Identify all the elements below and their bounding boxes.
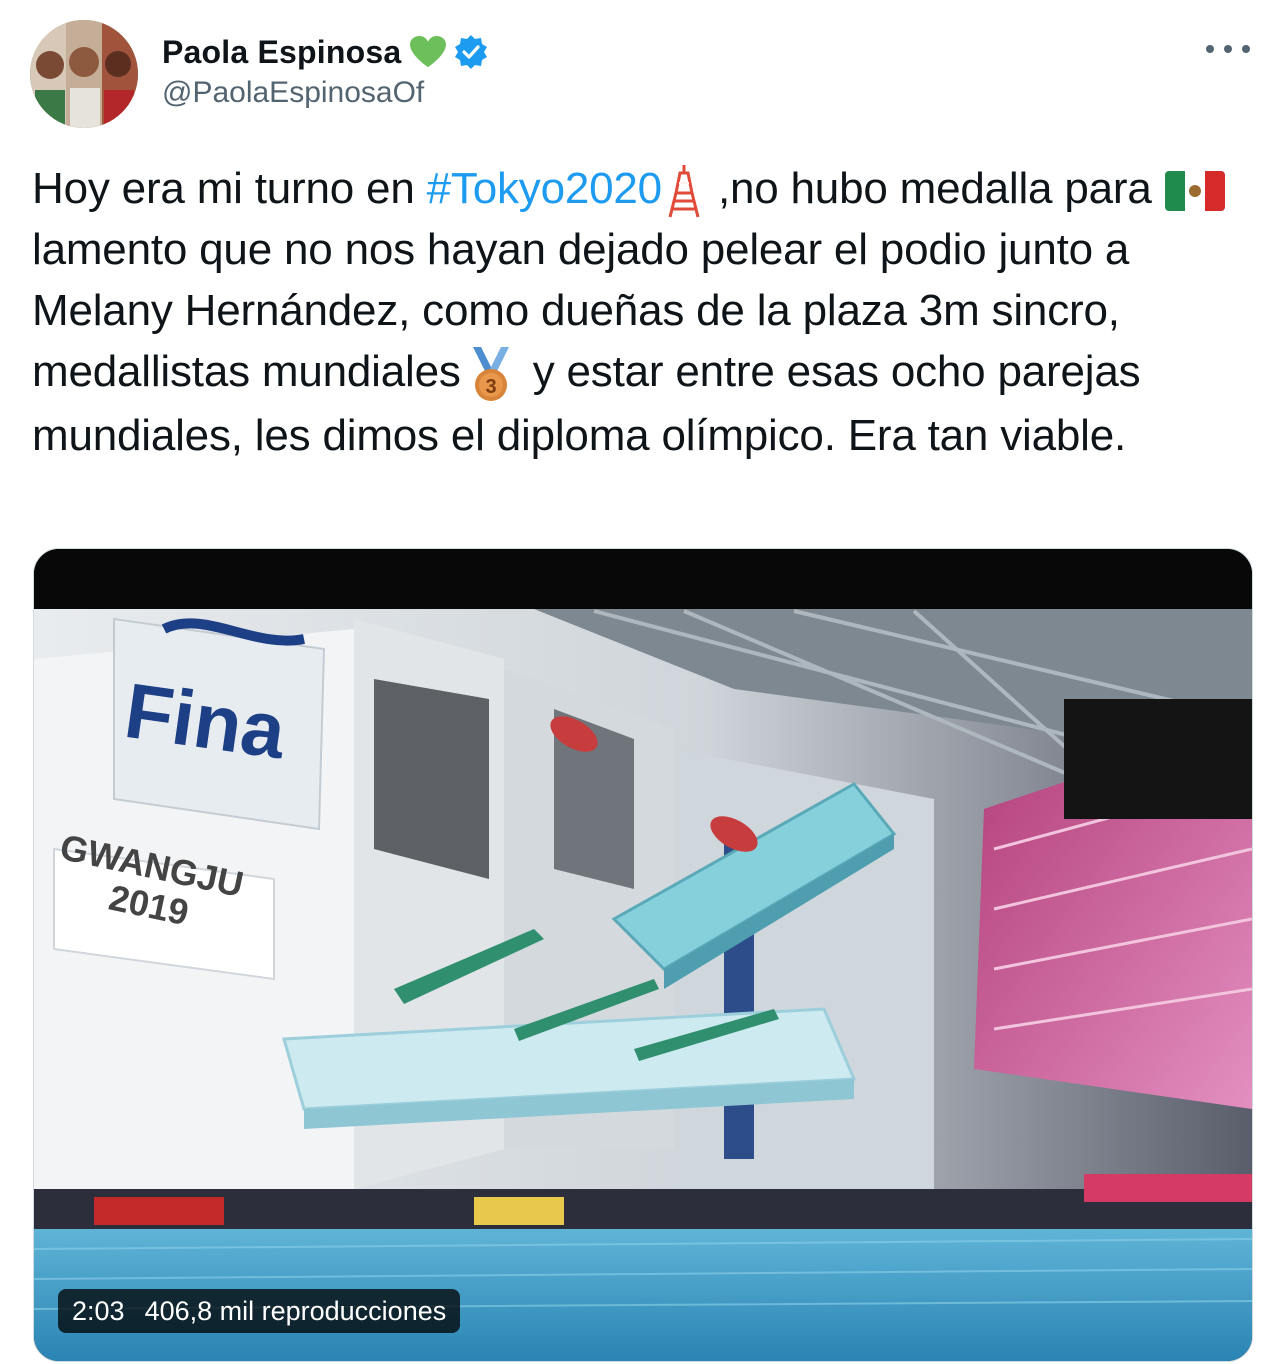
- tweet-text: Hoy era mi turno en #Tokyo2020 ,no hubo …: [32, 158, 1242, 466]
- avatar-photo: [30, 20, 138, 128]
- medal-number: 3: [485, 376, 496, 398]
- verified-badge-icon: [455, 35, 488, 69]
- mexico-flag-icon: [1164, 171, 1225, 212]
- author-name-row[interactable]: Paola Espinosa: [162, 32, 489, 72]
- author-display-name[interactable]: Paola Espinosa: [162, 34, 401, 71]
- video-thumbnail: Fina GWANGJU 2019: [34, 549, 1252, 1361]
- author-handle[interactable]: @PaolaEspinosaOf: [162, 76, 424, 110]
- video-overlay-info: 2:03 406,8 mil reproducciones: [58, 1289, 461, 1333]
- video-views: 406,8 mil reproducciones: [144, 1295, 447, 1326]
- more-options-icon[interactable]: [1206, 34, 1250, 64]
- video-duration: 2:03: [72, 1295, 125, 1326]
- video-player[interactable]: Fina GWANGJU 2019 2:03 406,8 mil reprodu…: [33, 548, 1253, 1362]
- bronze-medal-icon: 3: [472, 346, 509, 401]
- profile-avatar[interactable]: [30, 20, 138, 128]
- tweet-text-part2: ,no hubo medalla para: [705, 164, 1164, 213]
- hashtag-link[interactable]: #Tokyo2020: [427, 164, 662, 213]
- green-heart-icon: [410, 35, 447, 68]
- tweet-text-part1: Hoy era mi turno en: [32, 164, 427, 213]
- tokyo-tower-icon: [668, 165, 700, 218]
